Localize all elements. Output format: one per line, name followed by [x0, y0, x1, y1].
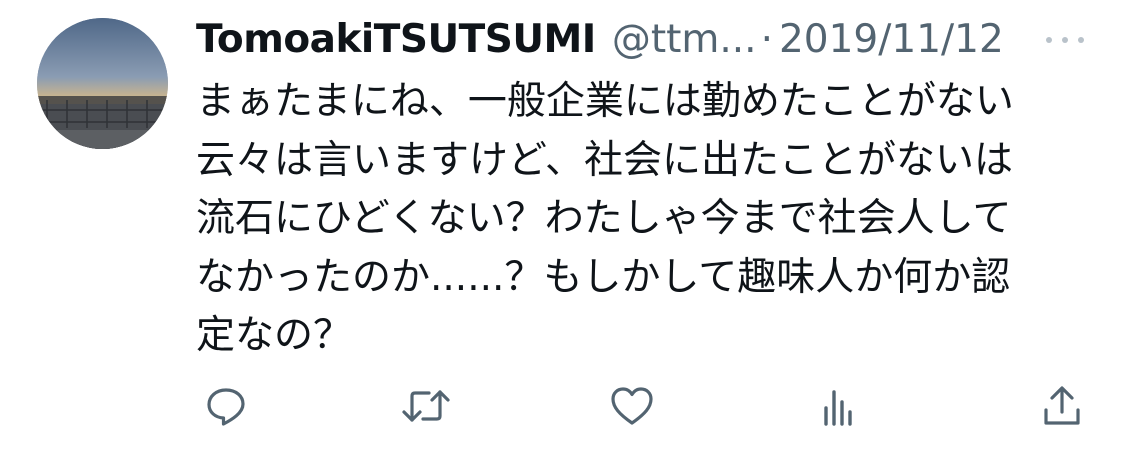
more-options-button[interactable] — [1040, 18, 1090, 62]
like-button[interactable] — [604, 378, 660, 434]
reply-button[interactable] — [198, 378, 254, 434]
tweet[interactable]: TomoakiTSUTSUMI @ttm... · 2019/11/12 まぁた… — [0, 0, 1125, 461]
tweet-date[interactable]: 2019/11/12 — [779, 14, 1004, 66]
tweet-text-line: 云々は言いますけど、社会に出たことがないは — [196, 137, 1014, 183]
share-icon — [1044, 386, 1080, 425]
tweet-text: まぁたまにね、一般企業には勤めたことがない 云々は言いますけど、社会に出たことが… — [196, 73, 1096, 366]
reply-icon — [207, 388, 245, 426]
heart-icon — [611, 387, 653, 425]
retweet-button[interactable] — [398, 378, 454, 434]
views-icon — [824, 390, 852, 426]
separator-dot: · — [760, 17, 773, 62]
more-horizontal-icon — [1046, 37, 1052, 43]
action-bar — [0, 378, 1125, 438]
display-name[interactable]: TomoakiTSUTSUMI — [196, 14, 596, 66]
tweet-text-line: 流石にひどくない？わたしゃ今まで社会人して — [196, 196, 1012, 241]
tweet-text-line: 定なの？ — [196, 313, 353, 358]
retweet-icon — [402, 390, 450, 422]
user-handle[interactable]: @ttm... — [612, 14, 757, 66]
tweet-text-line: なかったのか......？もしかして趣味人か何か認 — [196, 254, 1011, 300]
tweet-text-line: まぁたまにね、一般企業には勤めたことがない — [196, 79, 1014, 124]
share-button[interactable] — [1034, 378, 1090, 434]
avatar[interactable] — [37, 18, 168, 149]
views-button[interactable] — [810, 378, 866, 434]
tweet-header: TomoakiTSUTSUMI @ttm... · 2019/11/12 — [196, 14, 1106, 66]
avatar-photo — [37, 18, 168, 149]
